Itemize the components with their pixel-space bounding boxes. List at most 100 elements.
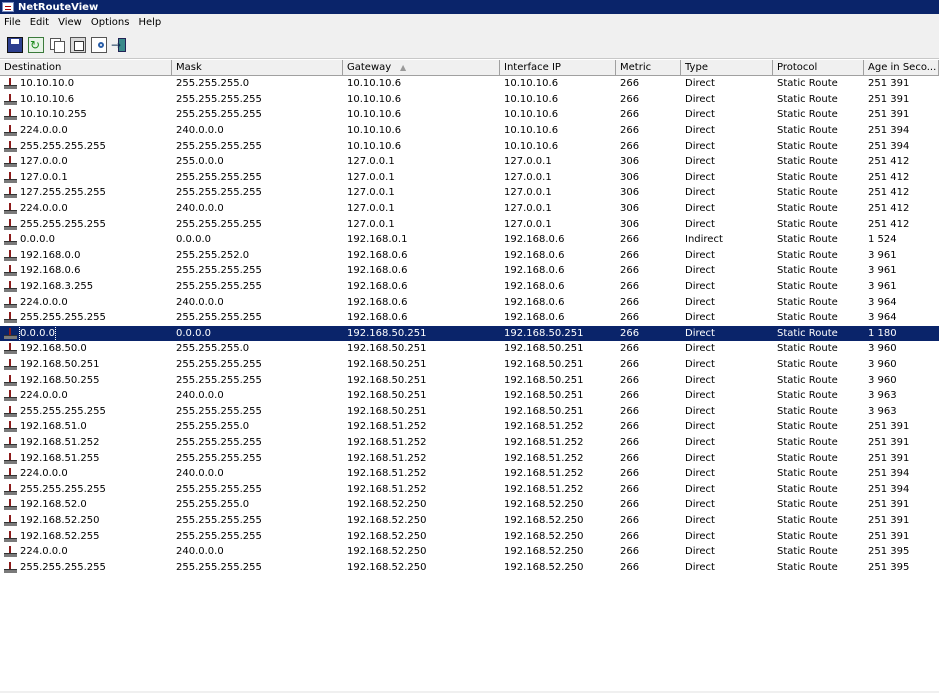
table-row[interactable]: 255.255.255.255 255.255.255.255 127.0.0.1 1… [0,216,939,232]
copy-icon[interactable] [49,37,65,53]
cell-interface-ip: 192.168.52.250 [504,546,584,558]
cell-destination: 224.0.0.0 [0,123,172,138]
table-row[interactable]: 192.168.52.255 255.255.255.255 192.168.52.… [0,528,939,544]
menu-help[interactable]: Help [134,14,166,32]
cell-interface-ip: 192.168.0.6 [504,312,565,324]
cell-type: Direct [685,296,715,308]
destination-text: 10.10.10.0 [20,78,75,90]
cell-age: 251 391 [868,452,910,464]
column-header-destination[interactable]: Destination [0,60,172,75]
column-header-protocol[interactable]: Protocol [773,60,864,75]
cell-age: 251 412 [868,171,910,183]
table-row[interactable]: 224.0.0.0 240.0.0.0 192.168.52.250 192.168.… [0,544,939,560]
destination-text: 224.0.0.0 [20,546,68,558]
cell-gateway: 192.168.50.251 [347,405,427,417]
cell-protocol: Static Route [777,78,838,90]
route-icon [3,530,18,542]
table-row[interactable]: 255.255.255.255 255.255.255.255 192.168.0.… [0,310,939,326]
cell-age: 251 391 [868,78,910,90]
table-row[interactable]: 192.168.51.255 255.255.255.255 192.168.51.… [0,450,939,466]
table-row[interactable]: 255.255.255.255 255.255.255.255 10.10.10.6… [0,138,939,154]
column-header-type[interactable]: Type [681,60,773,75]
column-header-mask[interactable]: Mask [172,60,343,75]
column-header-gateway[interactable]: Gateway ▲ [343,60,500,75]
cell-mask: 255.255.255.255 [176,483,262,495]
menu-file[interactable]: File [0,14,26,32]
sort-ascending-icon: ▲ [400,63,407,72]
cell-destination: 192.168.50.251 [0,357,172,372]
save-icon[interactable] [7,37,23,53]
table-row[interactable]: 0.0.0.0 0.0.0.0 192.168.0.1 192.168.0.6 266 I… [0,232,939,248]
table-row[interactable]: 224.0.0.0 240.0.0.0 10.10.10.6 10.10.10.6 26… [0,123,939,139]
destination-text: 0.0.0.0 [20,234,55,246]
cell-type: Direct [685,281,715,293]
table-row[interactable]: 255.255.255.255 255.255.255.255 192.168.51… [0,481,939,497]
table-row[interactable]: 192.168.50.251 255.255.255.255 192.168.50.… [0,357,939,373]
route-list[interactable]: Destination Mask Gateway ▲ Interface IP … [0,60,939,575]
column-header-age[interactable]: Age in Seco... [864,60,939,75]
table-row[interactable]: 192.168.0.0 255.255.252.0 192.168.0.6 192.1… [0,248,939,264]
table-row[interactable]: 192.168.51.252 255.255.255.255 192.168.51.… [0,435,939,451]
cell-gateway: 127.0.0.1 [347,171,395,183]
cell-type: Direct [685,514,715,526]
app-icon[interactable] [2,2,14,12]
html-report-icon[interactable] [91,37,107,53]
table-row[interactable]: 224.0.0.0 240.0.0.0 127.0.0.1 127.0.0.1 306 D… [0,201,939,217]
table-row[interactable]: 192.168.50.0 255.255.255.0 192.168.50.251 1… [0,341,939,357]
cell-age: 251 412 [868,187,910,199]
menu-edit[interactable]: Edit [26,14,54,32]
cell-type: Direct [685,93,715,105]
cell-interface-ip: 192.168.52.250 [504,514,584,526]
cell-type: Direct [685,546,715,558]
menu-view[interactable]: View [54,14,87,32]
route-icon [3,218,18,230]
table-row[interactable]: 192.168.50.255 255.255.255.255 192.168.50.… [0,372,939,388]
table-row[interactable]: 224.0.0.0 240.0.0.0 192.168.51.252 192.168.… [0,466,939,482]
cell-protocol: Static Route [777,343,838,355]
cell-interface-ip: 192.168.50.251 [504,405,584,417]
table-row[interactable]: 10.10.10.6 255.255.255.255 10.10.10.6 10.10… [0,92,939,108]
cell-mask: 255.255.255.255 [176,436,262,448]
cell-protocol: Static Route [777,171,838,183]
table-row[interactable]: 192.168.52.0 255.255.255.0 192.168.52.250 1… [0,497,939,513]
cell-destination: 192.168.51.252 [0,435,172,450]
cell-mask: 255.255.255.0 [176,343,250,355]
cell-protocol: Static Route [777,265,838,277]
properties-icon[interactable] [70,37,86,53]
column-header-metric[interactable]: Metric [616,60,681,75]
column-header-interface-ip[interactable]: Interface IP [500,60,616,75]
table-row[interactable]: 127.255.255.255 255.255.255.255 127.0.0.1 1… [0,185,939,201]
cell-destination: 224.0.0.0 [0,201,172,216]
cell-destination: 10.10.10.6 [0,92,172,107]
table-row[interactable]: 192.168.3.255 255.255.255.255 192.168.0.6 1… [0,279,939,295]
table-row[interactable]: 127.0.0.0 255.0.0.0 127.0.0.1 127.0.0.1 306 D… [0,154,939,170]
cell-metric: 266 [620,499,640,511]
route-icon [3,156,18,168]
refresh-icon[interactable] [28,37,44,53]
table-row[interactable]: 10.10.10.0 255.255.255.0 10.10.10.6 10.10.1… [0,76,939,92]
table-row[interactable]: 10.10.10.255 255.255.255.255 10.10.10.6 10.… [0,107,939,123]
exit-icon[interactable] [111,37,128,53]
table-row[interactable]: 0.0.0.0 0.0.0.0 192.168.50.251 192.168.50.2… [0,325,939,342]
table-row[interactable]: 224.0.0.0 240.0.0.0 192.168.0.6 192.168.0.6… [0,294,939,310]
table-row[interactable]: 255.255.255.255 255.255.255.255 192.168.50… [0,403,939,419]
destination-text: 192.168.50.255 [20,374,100,386]
table-row[interactable]: 127.0.0.1 255.255.255.255 127.0.0.1 127.0.0… [0,170,939,186]
route-icon [3,421,18,433]
cell-type: Direct [685,249,715,261]
cell-mask: 240.0.0.0 [176,468,224,480]
table-row[interactable]: 255.255.255.255 255.255.255.255 192.168.52… [0,559,939,575]
cell-protocol: Static Route [777,296,838,308]
cell-mask: 255.255.255.255 [176,265,262,277]
menu-options[interactable]: Options [87,14,135,32]
table-row[interactable]: 192.168.0.6 255.255.255.255 192.168.0.6 192… [0,263,939,279]
table-row[interactable]: 192.168.51.0 255.255.255.0 192.168.51.252 1… [0,419,939,435]
table-row[interactable]: 192.168.52.250 255.255.255.255 192.168.52.… [0,513,939,529]
cell-protocol: Static Route [777,281,838,293]
cell-gateway: 192.168.51.252 [347,452,427,464]
route-icon [3,109,18,121]
destination-text: 224.0.0.0 [20,296,68,308]
cell-age: 251 395 [868,546,910,558]
cell-age: 3 961 [868,281,897,293]
table-row[interactable]: 224.0.0.0 240.0.0.0 192.168.50.251 192.168.… [0,388,939,404]
